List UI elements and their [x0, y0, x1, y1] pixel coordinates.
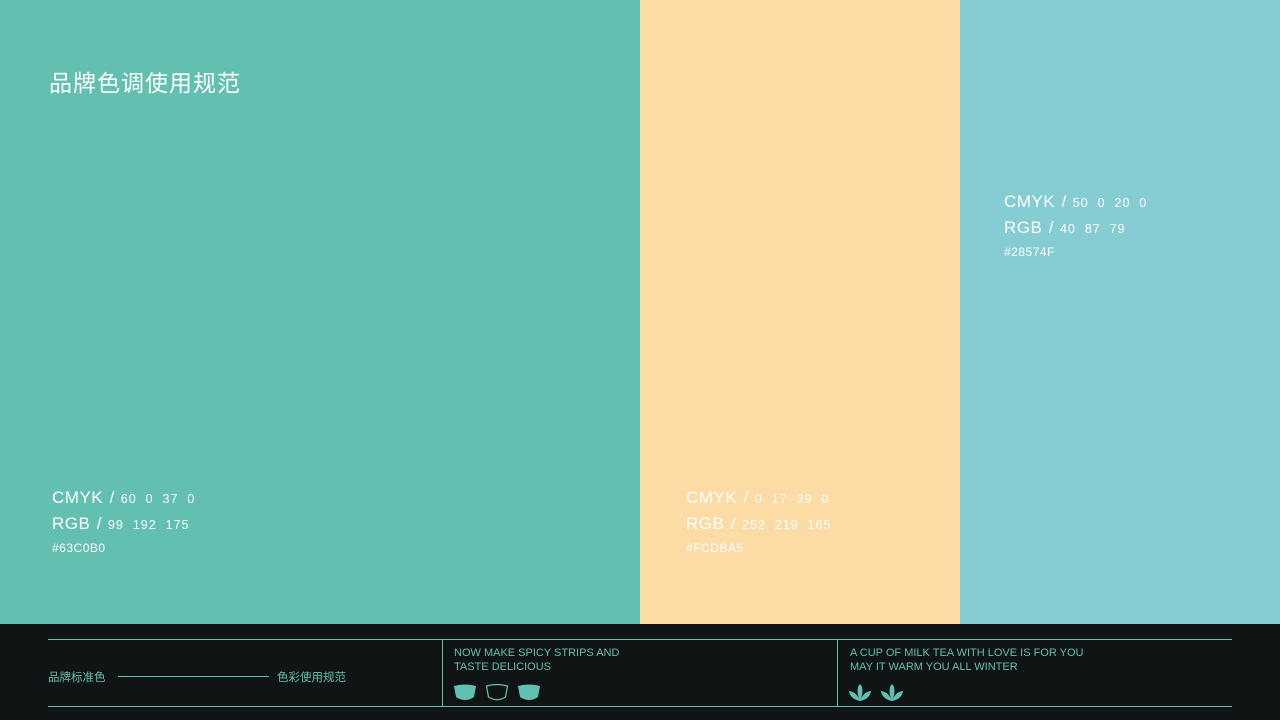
- rgb-row: RGB / 40 87 79: [1004, 215, 1147, 241]
- rgb-label: RGB: [52, 514, 91, 533]
- cmyk-label: CMYK: [1004, 192, 1056, 211]
- page-title: 品牌色调使用规范: [49, 71, 241, 97]
- slogan-line: A CUP OF MILK TEA WITH LOVE IS FOR YOU: [850, 647, 1084, 659]
- separator: /: [109, 488, 115, 507]
- footer-divider: [837, 640, 838, 706]
- slogan-line: NOW MAKE SPICY STRIPS AND: [454, 647, 620, 659]
- rgb-label: RGB: [686, 514, 725, 533]
- footer-right-label: 色彩使用规范: [277, 670, 346, 684]
- secondary-color-spec: CMYK / 0 17 39 0 RGB / 252 219 165 #FCDB…: [686, 485, 831, 555]
- cmyk-row: CMYK / 60 0 37 0: [52, 485, 195, 511]
- hex-value: #28574F: [1004, 245, 1055, 259]
- cmyk-value: 60 0 37 0: [120, 492, 196, 506]
- cmyk-label: CMYK: [686, 488, 738, 507]
- cmyk-row: CMYK / 0 17 39 0: [686, 485, 831, 511]
- footer-bottom-rule: [48, 706, 1232, 707]
- cup-outline-icon: [485, 683, 509, 701]
- tertiary-color-panel: CMYK / 50 0 20 0 RGB / 40 87 79 #28574F: [960, 0, 1280, 624]
- cmyk-value: 0 17 39 0: [754, 492, 830, 506]
- leaf-icon: [849, 684, 871, 701]
- footer-slogan-2: A CUP OF MILK TEA WITH LOVE IS FOR YOU M…: [850, 646, 1084, 674]
- secondary-color-panel: CMYK / 0 17 39 0 RGB / 252 219 165 #FCDB…: [640, 0, 960, 624]
- cmyk-row: CMYK / 50 0 20 0: [1004, 189, 1147, 215]
- primary-color-panel: 品牌色调使用规范 CMYK / 60 0 37 0 RGB / 99 192 1…: [0, 0, 640, 624]
- rgb-row: RGB / 99 192 175: [52, 511, 195, 537]
- hex-value: #FCDBA5: [686, 541, 744, 555]
- footer-top-rule: [48, 639, 1232, 640]
- cup-filled-icon: [518, 684, 540, 700]
- primary-color-spec: CMYK / 60 0 37 0 RGB / 99 192 175 #63C0B…: [52, 485, 195, 555]
- footer-connector-line: [118, 676, 269, 677]
- footer-slogan-1: NOW MAKE SPICY STRIPS AND TASTE DELICIOU…: [454, 646, 619, 674]
- footer-divider: [442, 640, 443, 706]
- cup-filled-icon: [454, 684, 476, 700]
- slogan-line: MAY IT WARM YOU ALL WINTER: [850, 661, 1018, 673]
- rgb-value: 252 219 165: [741, 518, 832, 532]
- rgb-row: RGB / 252 219 165: [686, 511, 831, 537]
- separator: /: [1061, 192, 1067, 211]
- rgb-value: 40 87 79: [1059, 222, 1126, 236]
- hex-value: #63C0B0: [52, 541, 106, 555]
- rgb-label: RGB: [1004, 218, 1043, 237]
- slogan-line: TASTE DELICIOUS: [454, 661, 551, 673]
- cmyk-value: 50 0 20 0: [1072, 196, 1148, 210]
- separator: /: [730, 514, 736, 533]
- separator: /: [96, 514, 102, 533]
- cmyk-label: CMYK: [52, 488, 104, 507]
- footer-left-label: 品牌标准色: [48, 670, 106, 684]
- tertiary-color-spec: CMYK / 50 0 20 0 RGB / 40 87 79 #28574F: [1004, 189, 1147, 259]
- leaf-icon: [881, 684, 903, 701]
- separator: /: [1048, 218, 1054, 237]
- rgb-value: 99 192 175: [107, 518, 190, 532]
- separator: /: [743, 488, 749, 507]
